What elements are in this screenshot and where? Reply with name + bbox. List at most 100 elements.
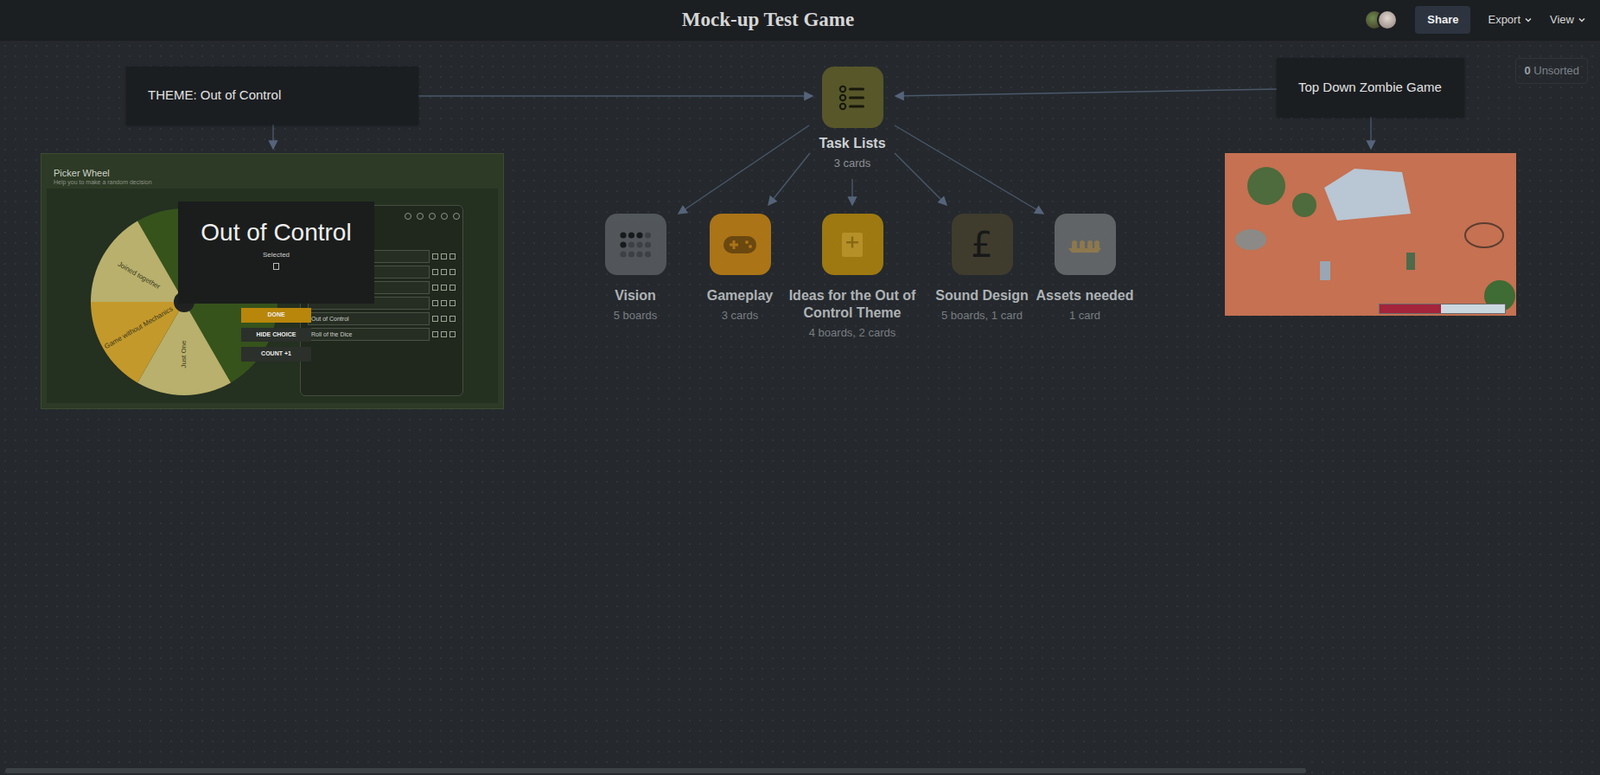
dots-icon	[618, 229, 653, 260]
board-count: 1 card	[1069, 306, 1101, 325]
connector-arrow[interactable]	[768, 152, 810, 205]
row-tool-icon[interactable]	[440, 331, 447, 338]
connector-arrow[interactable]	[851, 178, 853, 205]
row-tool-icon[interactable]	[449, 253, 456, 260]
tool-icon[interactable]	[416, 212, 424, 220]
result-actions: DONE HIDE CHOICE COUNT +1	[241, 307, 312, 362]
row-tool-icon[interactable]	[449, 299, 456, 306]
wheel-label: Game without Mechanics	[102, 305, 174, 351]
connector-arrow[interactable]	[894, 152, 947, 205]
row-tool-icon[interactable]	[432, 331, 439, 338]
result-button[interactable]: COUNT +1	[241, 346, 312, 362]
result-button[interactable]: DONE	[241, 307, 312, 323]
board-card[interactable]: Gameplay3 cards	[692, 213, 788, 325]
tool-icon[interactable]	[404, 212, 412, 220]
task-lists-board[interactable]: Task Lists3 cards	[774, 66, 931, 173]
collaborators[interactable]	[1364, 9, 1398, 31]
board-card[interactable]: Vision5 boards	[587, 213, 683, 325]
note-card[interactable]: THEME: Out of Control	[126, 66, 419, 125]
share-button[interactable]: Share	[1415, 6, 1471, 34]
row-tool-icon[interactable]	[432, 284, 439, 291]
note-icon	[836, 229, 868, 261]
row-tool-icon[interactable]	[440, 268, 447, 275]
choice-field[interactable]: Out of Control	[307, 312, 430, 326]
board-card[interactable]: £ Sound Design5 boards, 1 card	[930, 213, 1034, 325]
board-card[interactable]: Ideas for the Out of Control Theme 4 boar…	[787, 213, 918, 342]
choice-field[interactable]: Roll of the Dice	[307, 327, 430, 341]
picker-subtitle: Help you to make a random decision	[53, 178, 153, 188]
choice-row[interactable]: Roll of the Dice	[307, 327, 456, 341]
board-title[interactable]: Mock-up Test Game	[682, 5, 855, 36]
row-tool-icon[interactable]	[432, 315, 439, 322]
board-count: 5 boards, 1 card	[941, 306, 1023, 325]
board-count: 3 cards	[721, 306, 759, 325]
connector-arrow[interactable]	[1370, 116, 1371, 149]
board-tile[interactable]	[605, 213, 667, 275]
row-tool-icon[interactable]	[449, 268, 456, 275]
tool-icon[interactable]	[428, 212, 436, 220]
row-tool-icon[interactable]	[440, 284, 447, 291]
note-card[interactable]: Top Down Zombie Game	[1276, 57, 1465, 117]
tool-icon[interactable]	[440, 212, 448, 220]
connector-arrow[interactable]	[895, 89, 1277, 96]
board-tile[interactable]	[822, 213, 884, 275]
result-popup: Out of ControlSelected	[178, 201, 375, 304]
board-label: Gameplay	[707, 286, 773, 305]
connector-arrow[interactable]	[678, 125, 810, 214]
row-tool-icon[interactable]	[449, 315, 456, 322]
board-label: Ideas for the Out of Control Theme	[787, 286, 918, 322]
row-tool-icon[interactable]	[449, 331, 456, 338]
board-tile[interactable]: £	[951, 213, 1014, 275]
row-tool-icon[interactable]	[432, 268, 439, 275]
picker-wheel-screenshot[interactable]: Picker WheelHelp you to make a random de…	[40, 152, 504, 409]
list-icon	[835, 80, 870, 115]
connector-arrow[interactable]	[272, 124, 274, 149]
choice-row[interactable]: Out of Control	[307, 312, 456, 326]
row-tool-icon[interactable]	[432, 253, 439, 260]
board-count: 4 boards, 2 cards	[809, 324, 896, 342]
board-canvas[interactable]: THEME: Out of Control Top Down Zombie Gam…	[0, 40, 1600, 775]
connector-arrow[interactable]	[894, 125, 1044, 214]
tool-icon[interactable]	[452, 212, 460, 220]
top-bar: Mock-up Test Game Share Export View	[0, 0, 1600, 41]
board-count: 5 boards	[613, 306, 658, 325]
copy-icon[interactable]	[273, 262, 280, 270]
board-tile[interactable]	[822, 66, 884, 128]
board-card[interactable]: Assets needed1 card	[1034, 213, 1135, 325]
health-fill	[1379, 304, 1441, 313]
view-menu[interactable]: View	[1549, 11, 1587, 29]
board-label: Sound Design	[935, 286, 1029, 305]
row-tool-icon[interactable]	[440, 315, 447, 322]
game-scene	[1224, 152, 1517, 316]
result-text: Out of Control	[200, 218, 351, 247]
view-label: View	[1549, 11, 1575, 29]
wheel-label: Joined together	[116, 260, 163, 292]
health-bar	[1378, 303, 1506, 314]
unsorted-label: Unsorted	[1533, 63, 1580, 77]
board-tile[interactable]	[1054, 213, 1116, 275]
unsorted-count: 0	[1523, 63, 1530, 77]
row-tool-icon[interactable]	[449, 284, 456, 291]
avatar-icon[interactable]	[1376, 9, 1398, 31]
wheel-segment[interactable]	[90, 221, 185, 303]
wheel-segment[interactable]	[90, 301, 185, 383]
chevron-icon	[1523, 15, 1533, 25]
row-tool-icon[interactable]	[432, 299, 439, 306]
board-tile[interactable]	[709, 213, 772, 275]
zombie-game-image[interactable]	[1224, 152, 1517, 316]
picker-title: Picker Wheel	[53, 165, 110, 181]
connector-arrow[interactable]	[418, 95, 813, 96]
board-label: Assets needed	[1036, 286, 1135, 305]
board-count: 3 cards	[834, 154, 872, 173]
row-tool-icon[interactable]	[440, 253, 447, 260]
unsorted-counter[interactable]: 0 Unsorted	[1515, 57, 1588, 84]
chevron-icon	[1577, 15, 1587, 25]
export-label: Export	[1487, 11, 1521, 29]
horizontal-scrollbar[interactable]	[5, 767, 1307, 773]
boats-icon	[1065, 234, 1104, 255]
row-tool-icon[interactable]	[440, 299, 447, 306]
export-menu[interactable]: Export	[1487, 11, 1533, 29]
gamepad-icon	[721, 231, 759, 258]
result-button[interactable]: HIDE CHOICE	[241, 327, 312, 343]
pound-icon: £	[970, 227, 993, 262]
